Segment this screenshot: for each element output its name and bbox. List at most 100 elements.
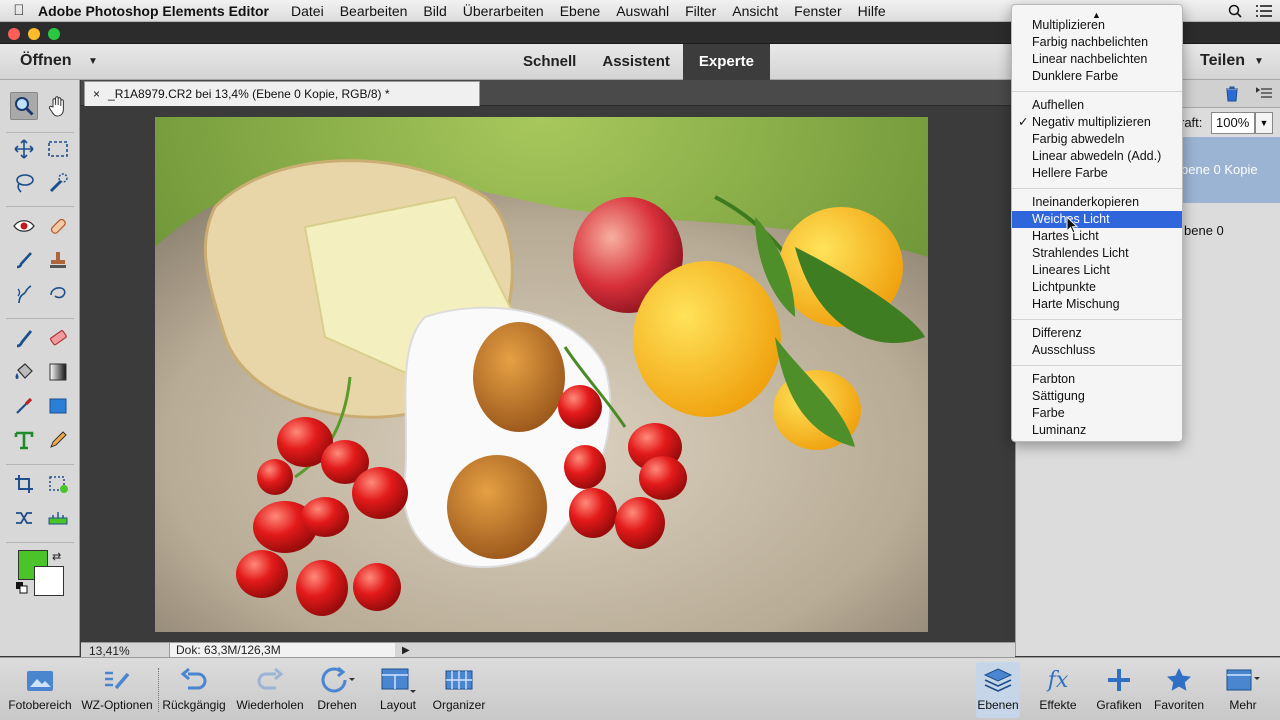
opacity-dropdown-icon[interactable]: ▼ xyxy=(1255,112,1273,134)
blend-weiches-licht[interactable]: Weiches Licht xyxy=(1012,211,1182,228)
graphics-button[interactable]: Grafiken xyxy=(1094,662,1144,718)
effects-button[interactable]: fx Effekte xyxy=(1036,662,1080,718)
close-window-button[interactable] xyxy=(8,28,20,40)
crop-icon[interactable] xyxy=(10,470,38,498)
open-dropdown-icon[interactable]: ▼ xyxy=(88,56,98,67)
red-eye-icon[interactable] xyxy=(10,212,38,240)
blend-luminanz[interactable]: Luminanz xyxy=(1012,422,1182,439)
blend-farbig-nachbelichten[interactable]: Farbig nachbelichten xyxy=(1012,34,1182,51)
content-aware-move-icon[interactable] xyxy=(10,504,38,532)
apple-icon[interactable]:  xyxy=(0,2,38,19)
document-size[interactable]: Dok: 63,3M/126,3M ▶ xyxy=(169,643,410,657)
blend-differenz[interactable]: Differenz xyxy=(1012,325,1182,342)
list-icon[interactable] xyxy=(1256,5,1272,17)
blend-ineinanderkopieren[interactable]: Ineinanderkopieren xyxy=(1012,194,1182,211)
blend-lichtpunkte[interactable]: Lichtpunkte xyxy=(1012,279,1182,296)
tool-options-button[interactable]: WZ-Optionen xyxy=(76,662,158,718)
marquee-tool-icon[interactable] xyxy=(44,135,72,163)
tab-schnell[interactable]: Schnell xyxy=(510,44,589,80)
hand-tool-icon[interactable] xyxy=(44,92,72,120)
menu-bild[interactable]: Bild xyxy=(423,3,446,19)
pencil-icon[interactable] xyxy=(44,426,72,454)
menu-fenster[interactable]: Fenster xyxy=(794,3,841,19)
brush-tool-icon[interactable] xyxy=(10,324,38,352)
blend-dunklere-farbe[interactable]: Dunklere Farbe xyxy=(1012,68,1182,85)
blend-farbig-abwedeln[interactable]: Farbig abwedeln xyxy=(1012,131,1182,148)
layers-button[interactable]: Ebenen xyxy=(976,662,1020,718)
close-document-icon[interactable]: × xyxy=(93,87,100,101)
menu-ueberarbeiten[interactable]: Überarbeiten xyxy=(463,3,544,19)
mode-tabs: Schnell Assistent Experte xyxy=(510,44,770,80)
food-photo[interactable] xyxy=(155,117,928,632)
zoom-window-button[interactable] xyxy=(48,28,60,40)
blend-multiplizieren[interactable]: Multiplizieren xyxy=(1012,17,1182,34)
menu-auswahl[interactable]: Auswahl xyxy=(616,3,669,19)
favorites-button[interactable]: Favoriten xyxy=(1150,662,1208,718)
swap-colors-icon[interactable]: ⇄ xyxy=(52,550,61,563)
blend-hellere-farbe[interactable]: Hellere Farbe xyxy=(1012,165,1182,182)
eraser-icon[interactable] xyxy=(44,324,72,352)
layer-name[interactable]: bene 0 xyxy=(1184,223,1224,238)
blend-hartes-licht[interactable]: Hartes Licht xyxy=(1012,228,1182,245)
blend-aufhellen[interactable]: Aufhellen xyxy=(1012,97,1182,114)
paint-bucket-icon[interactable] xyxy=(10,358,38,386)
panel-menu-icon[interactable] xyxy=(1256,87,1272,99)
more-button[interactable]: Mehr xyxy=(1218,662,1268,718)
recompose-icon[interactable] xyxy=(44,280,72,308)
organizer-button[interactable]: Organizer xyxy=(428,662,490,718)
zoom-tool-icon[interactable] xyxy=(10,92,38,120)
menu-hilfe[interactable]: Hilfe xyxy=(858,3,886,19)
gradient-icon[interactable] xyxy=(44,358,72,386)
blend-strahlendes-licht[interactable]: Strahlendes Licht xyxy=(1012,245,1182,262)
status-menu-icon[interactable]: ▶ xyxy=(402,644,410,658)
blend-saettigung[interactable]: Sättigung xyxy=(1012,388,1182,405)
app-name[interactable]: Adobe Photoshop Elements Editor xyxy=(38,3,269,19)
minimize-window-button[interactable] xyxy=(28,28,40,40)
opacity-input[interactable]: 100% xyxy=(1211,112,1255,134)
blend-negativ-multiplizieren[interactable]: ✓ Negativ multiplizieren xyxy=(1012,114,1182,131)
background-color-swatch[interactable] xyxy=(34,566,64,596)
move-tool-icon[interactable] xyxy=(10,135,38,163)
layout-button[interactable]: Layout xyxy=(372,662,424,718)
search-icon[interactable] xyxy=(1228,4,1242,18)
blend-linear-abwedeln[interactable]: Linear abwedeln (Add.) xyxy=(1012,148,1182,165)
menu-bearbeiten[interactable]: Bearbeiten xyxy=(340,3,408,19)
menu-filter[interactable]: Filter xyxy=(685,3,716,19)
favorites-label: Favoriten xyxy=(1153,698,1205,712)
quick-selection-icon[interactable] xyxy=(44,169,72,197)
healing-brush-icon[interactable] xyxy=(44,212,72,240)
photo-bin-button[interactable]: Fotobereich xyxy=(4,662,76,718)
undo-button[interactable]: Rückgängig xyxy=(158,662,230,718)
clone-stamp-icon[interactable] xyxy=(44,246,72,274)
blend-linear-nachbelichten[interactable]: Linear nachbelichten xyxy=(1012,51,1182,68)
blend-harte-mischung[interactable]: Harte Mischung xyxy=(1012,296,1182,313)
layers-icon xyxy=(983,668,1013,692)
share-dropdown-icon[interactable]: ▼ xyxy=(1254,56,1264,67)
brush-icon[interactable] xyxy=(10,246,38,274)
recompose-tool-icon[interactable] xyxy=(44,470,72,498)
straighten-icon[interactable] xyxy=(44,504,72,532)
trash-icon[interactable] xyxy=(1225,86,1239,102)
menu-ansicht[interactable]: Ansicht xyxy=(732,3,778,19)
blend-farbton[interactable]: Farbton xyxy=(1012,371,1182,388)
menu-ebene[interactable]: Ebene xyxy=(560,3,600,19)
organizer-label: Organizer xyxy=(432,698,486,712)
text-tool-icon[interactable] xyxy=(10,426,38,454)
document-tab[interactable]: × _R1A8979.CR2 bei 13,4% (Ebene 0 Kopie, … xyxy=(84,81,480,106)
blend-lineares-licht[interactable]: Lineares Licht xyxy=(1012,262,1182,279)
eyedropper-icon[interactable] xyxy=(10,392,38,420)
toolbox: ⇄ xyxy=(0,80,80,656)
redo-button[interactable]: Wiederholen xyxy=(230,662,310,718)
share-button[interactable]: Teilen xyxy=(1200,52,1245,70)
blend-ausschluss[interactable]: Ausschluss xyxy=(1012,342,1182,359)
default-colors-icon[interactable] xyxy=(16,582,28,594)
smart-brush-icon[interactable] xyxy=(10,280,38,308)
open-button[interactable]: Öffnen xyxy=(20,52,72,70)
tab-assistent[interactable]: Assistent xyxy=(589,44,683,80)
tab-experte[interactable]: Experte xyxy=(682,44,770,80)
rotate-button[interactable]: Drehen xyxy=(310,662,364,718)
menu-datei[interactable]: Datei xyxy=(291,3,324,19)
lasso-tool-icon[interactable] xyxy=(10,169,38,197)
blend-farbe[interactable]: Farbe xyxy=(1012,405,1182,422)
shape-icon[interactable] xyxy=(44,392,72,420)
